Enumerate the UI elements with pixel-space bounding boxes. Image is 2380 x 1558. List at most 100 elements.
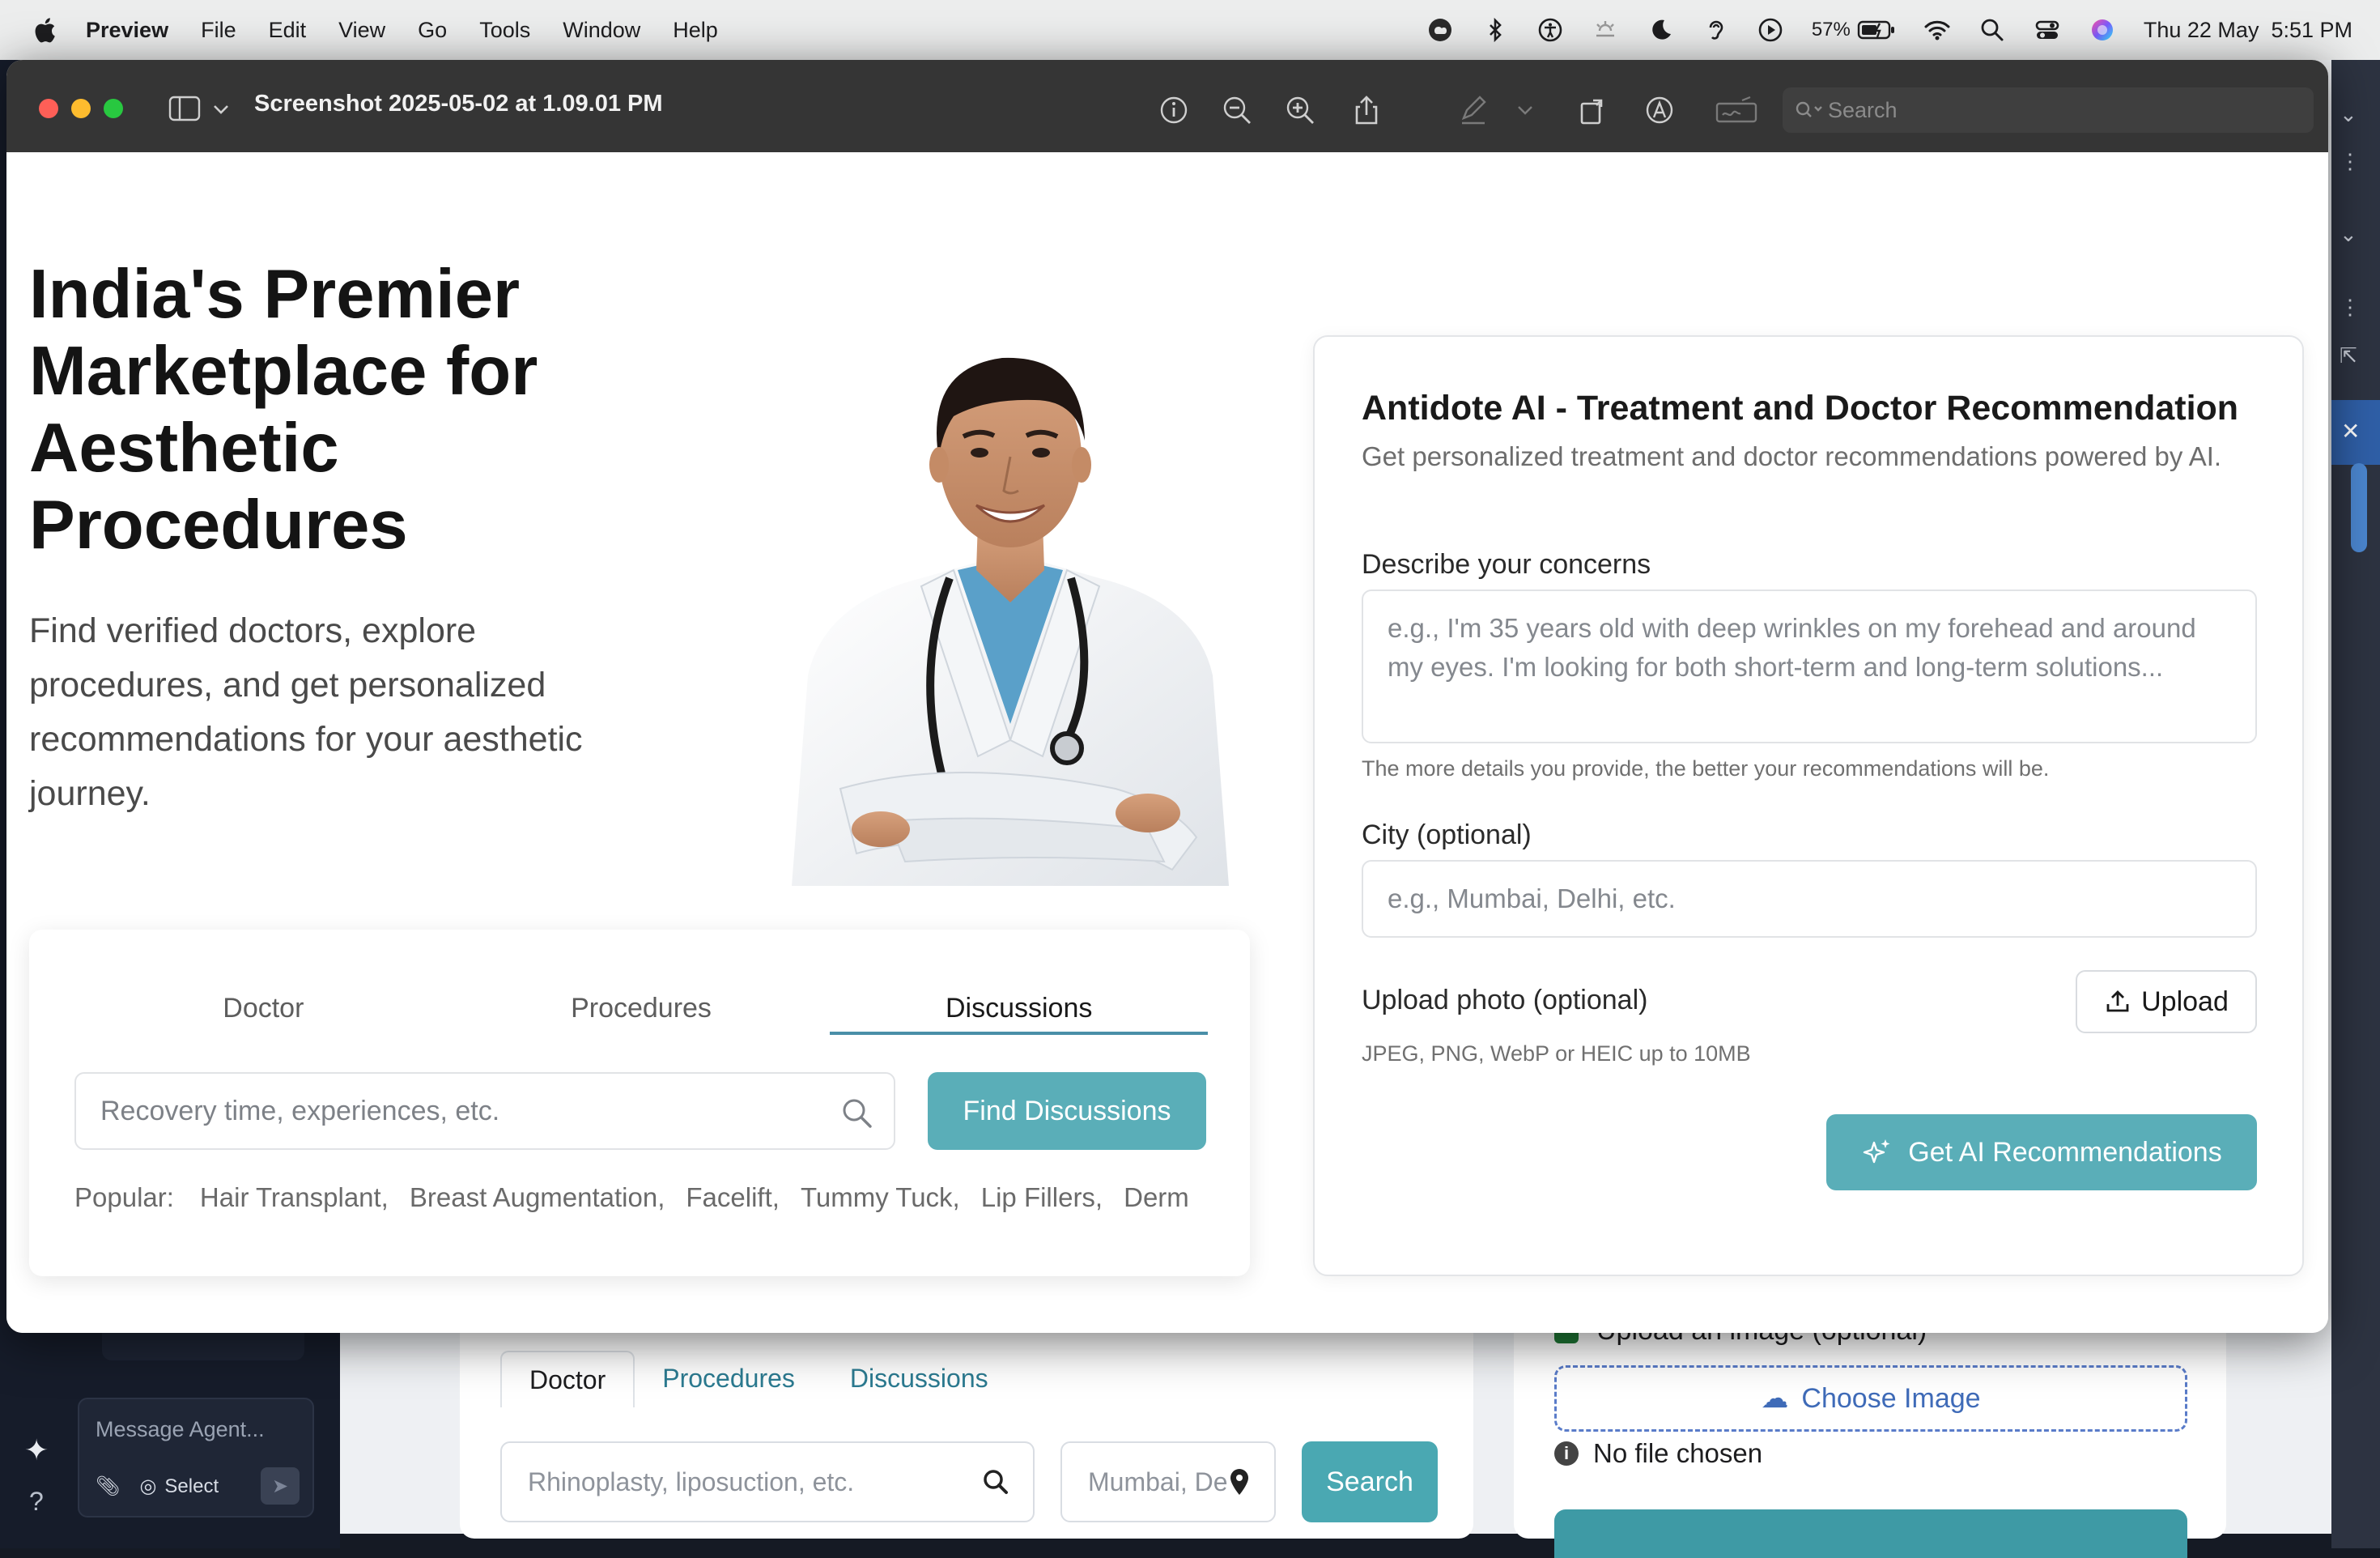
search-card: Doctor Procedures Discussions Recovery t… xyxy=(29,930,1250,1276)
cloud-upload-icon: ☁ xyxy=(1761,1383,1789,1414)
hero-title: India's Premier Marketplace for Aestheti… xyxy=(29,256,538,564)
bluetooth-icon[interactable] xyxy=(1481,16,1509,44)
zoom-window-button[interactable] xyxy=(104,99,123,118)
menu-app-name[interactable]: Preview xyxy=(86,18,168,43)
bg-submit-button[interactable] xyxy=(1554,1509,2187,1558)
close-tab[interactable]: ✕ xyxy=(2331,400,2380,465)
preview-search-placeholder: Search xyxy=(1828,97,1898,122)
bg-tab-procedures[interactable]: Procedures xyxy=(635,1351,822,1407)
zoom-out-icon[interactable] xyxy=(1221,94,1253,126)
popular-searches: Popular: Hair Transplant, Breast Augment… xyxy=(74,1182,1208,1223)
siri-icon[interactable] xyxy=(2089,16,2116,44)
battery-indicator[interactable]: 57% xyxy=(1812,19,1896,41)
document-title: Screenshot 2025-05-02 at 1.09.01 PM xyxy=(254,91,663,117)
ai-card-description: Get personalized treatment and doctor re… xyxy=(1362,441,2222,471)
select-button[interactable]: ◎ Select xyxy=(139,1475,219,1498)
discussions-search-input[interactable]: Recovery time, experiences, etc. xyxy=(74,1072,895,1150)
help-icon[interactable]: ? xyxy=(29,1487,44,1517)
find-discussions-button[interactable]: Find Discussions xyxy=(928,1072,1206,1150)
concerns-textarea[interactable]: e.g., I'm 35 years old with deep wrinkle… xyxy=(1362,590,2257,743)
city-placeholder: e.g., Mumbai, Delhi, etc. xyxy=(1388,883,1676,913)
discussions-search-placeholder: Recovery time, experiences, etc. xyxy=(100,1095,500,1126)
wifi-icon[interactable] xyxy=(1923,16,1951,44)
apple-logo-icon[interactable] xyxy=(32,16,57,44)
brightness-icon[interactable] xyxy=(1592,16,1619,44)
signature-icon[interactable] xyxy=(1715,94,1758,126)
menu-window[interactable]: Window xyxy=(563,18,640,43)
bg-search-input[interactable]: Rhinoplasty, liposuction, etc. xyxy=(500,1441,1035,1522)
menu-status-area: 57% Thu 22 May 5:51 PM xyxy=(1426,0,2352,60)
upload-button[interactable]: Upload xyxy=(2076,970,2257,1033)
doctor-photo xyxy=(792,357,1229,886)
preview-search-field[interactable]: Search xyxy=(1783,87,2314,133)
control-center-icon[interactable] xyxy=(2034,16,2061,44)
scrollbar-thumb[interactable] xyxy=(2351,463,2367,552)
upload-photo-label: Upload photo (optional) xyxy=(1362,985,1648,1015)
chevron-down-icon[interactable] xyxy=(1515,94,1535,126)
menu-clock[interactable]: Thu 22 May 5:51 PM xyxy=(2144,18,2352,43)
menu-edit[interactable]: Edit xyxy=(269,18,307,43)
chevron-down-icon[interactable] xyxy=(212,102,230,117)
chevron-down-icon[interactable]: ⌄ xyxy=(2340,102,2357,127)
bg-search-button[interactable]: Search xyxy=(1302,1441,1438,1522)
send-icon[interactable]: ➤ xyxy=(261,1467,300,1505)
popular-chip[interactable]: Breast Augmentation, xyxy=(410,1182,665,1223)
markup-pen-icon[interactable] xyxy=(1457,94,1490,126)
target-icon: ◎ xyxy=(139,1475,157,1497)
creative-cloud-icon[interactable] xyxy=(1426,16,1454,44)
popular-chip[interactable]: Derm xyxy=(1124,1182,1189,1223)
minimize-window-button[interactable] xyxy=(71,99,91,118)
popular-label: Popular: xyxy=(74,1182,174,1212)
focus-moon-icon[interactable] xyxy=(1647,16,1674,44)
concerns-label: Describe your concerns xyxy=(1362,549,1651,580)
popular-chip[interactable]: Tummy Tuck, xyxy=(801,1182,960,1223)
hearing-icon[interactable] xyxy=(1702,16,1729,44)
city-label: City (optional) xyxy=(1362,819,1532,850)
city-input[interactable]: e.g., Mumbai, Delhi, etc. xyxy=(1362,860,2257,938)
search-icon xyxy=(1796,101,1822,117)
preview-window: Screenshot 2025-05-02 at 1.09.01 PM Sear… xyxy=(6,60,2328,1333)
share-icon[interactable] xyxy=(1350,94,1383,126)
popular-chip[interactable]: Lip Fillers, xyxy=(981,1182,1103,1223)
sparkle-icon[interactable]: ✦ xyxy=(24,1433,49,1467)
concerns-placeholder: e.g., I'm 35 years old with deep wrinkle… xyxy=(1388,613,2196,682)
bg-tab-doctor[interactable]: Doctor xyxy=(500,1351,635,1407)
chevron-down-icon[interactable]: ⌄ xyxy=(2340,222,2357,247)
upload-formats: JPEG, PNG, WebP or HEIC up to 10MB xyxy=(1362,1041,1751,1066)
zoom-in-icon[interactable] xyxy=(1284,94,1316,126)
close-window-button[interactable] xyxy=(39,99,58,118)
menu-go[interactable]: Go xyxy=(418,18,447,43)
tab-discussions[interactable]: Discussions xyxy=(830,972,1209,1035)
close-icon: ✕ xyxy=(2341,419,2361,444)
rotate-icon[interactable] xyxy=(1577,94,1609,126)
battery-icon xyxy=(1857,20,1894,40)
info-icon[interactable] xyxy=(1158,94,1190,126)
popular-chip[interactable]: Hair Transplant, xyxy=(200,1182,389,1223)
tab-doctor[interactable]: Doctor xyxy=(74,972,453,1035)
preview-titlebar: Screenshot 2025-05-02 at 1.09.01 PM Sear… xyxy=(6,60,2328,152)
ai-card-title: Antidote AI - Treatment and Doctor Recom… xyxy=(1362,389,2239,428)
upload-button-label: Upload xyxy=(2141,985,2229,1017)
more-icon[interactable]: ⋮ xyxy=(2340,295,2361,320)
menu-tools[interactable]: Tools xyxy=(479,18,530,43)
tab-procedures[interactable]: Procedures xyxy=(453,972,831,1035)
accessibility-icon[interactable] xyxy=(1536,16,1564,44)
play-icon[interactable] xyxy=(1757,16,1784,44)
choose-image-button[interactable]: ☁ Choose Image xyxy=(1554,1365,2187,1432)
paperclip-icon[interactable]: 📎︎ xyxy=(96,1475,120,1498)
sidebar-toggle-icon[interactable] xyxy=(168,96,201,121)
get-ai-recommendations-button[interactable]: Get AI Recommendations xyxy=(1826,1114,2257,1190)
bg-city-input[interactable]: Mumbai, De xyxy=(1060,1441,1276,1522)
external-link-icon[interactable]: ⇱ xyxy=(2340,343,2357,368)
bg-tab-discussions[interactable]: Discussions xyxy=(822,1351,1016,1407)
spotlight-search-icon[interactable] xyxy=(1978,16,2006,44)
annotate-icon[interactable] xyxy=(1643,94,1676,126)
search-tabs: Doctor Procedures Discussions xyxy=(74,972,1209,1035)
more-icon[interactable]: ⋮ xyxy=(2340,149,2361,174)
menu-file[interactable]: File xyxy=(201,18,236,43)
menu-help[interactable]: Help xyxy=(673,18,718,43)
popular-chip[interactable]: Facelift, xyxy=(686,1182,780,1223)
menu-view[interactable]: View xyxy=(338,18,385,43)
message-agent-box[interactable]: Message Agent... 📎︎ ◎ Select ➤ xyxy=(78,1398,314,1518)
document-content: India's Premier Marketplace for Aestheti… xyxy=(6,152,2328,1333)
